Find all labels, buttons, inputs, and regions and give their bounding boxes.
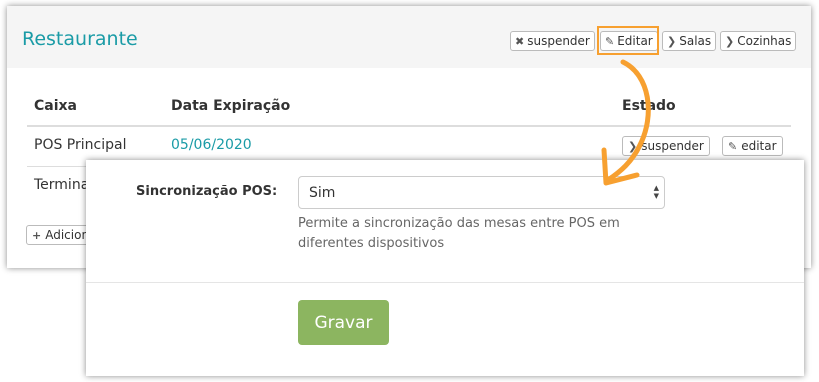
column-header-caixa: Caixa xyxy=(34,98,77,114)
sync-pos-help-text: Permite a sincronização das mesas entre … xyxy=(298,216,620,251)
kitchens-button-label: Cozinhas xyxy=(737,34,792,48)
page-title: Restaurante xyxy=(22,28,138,50)
form-divider xyxy=(86,282,804,283)
kitchens-button[interactable]: ❯ Cozinhas xyxy=(720,31,797,51)
sync-pos-select-value: Sim xyxy=(309,184,336,201)
row-1-edit-button[interactable]: ✎ editar xyxy=(722,136,783,156)
row-1-suspend-button[interactable]: ❯ suspender xyxy=(622,136,710,156)
row-1-suspend-label: suspender xyxy=(641,139,704,153)
sync-pos-label: Sincronização POS: xyxy=(136,184,278,199)
sync-pos-select[interactable]: Sim ▲ ▼ xyxy=(298,176,665,209)
chevron-right-icon: ❯ xyxy=(628,139,638,153)
suspend-button[interactable]: ✖ suspender xyxy=(510,31,595,51)
chevron-right-icon: ❯ xyxy=(667,34,677,48)
rooms-button-label: Salas xyxy=(679,34,712,48)
settings-form-panel: Sincronização POS: Sim ▲ ▼ Permite a sinc… xyxy=(86,160,804,376)
edit-icon: ✎ xyxy=(728,139,738,153)
rooms-button[interactable]: ❯ Salas xyxy=(662,31,717,51)
select-arrows-icon: ▲ ▼ xyxy=(653,184,659,200)
close-icon: ✖ xyxy=(515,34,525,48)
row-2-caixa: Termina xyxy=(34,177,90,193)
suspend-button-label: suspender xyxy=(527,34,590,48)
panel-header: Restaurante ✖ suspender ✎ Editar ❯ Salas… xyxy=(7,6,811,68)
row-1-expiration-link[interactable]: 05/06/2020 xyxy=(171,137,252,153)
column-header-status: Estado xyxy=(622,98,676,114)
plus-icon: + xyxy=(32,228,42,242)
row-1-edit-label: editar xyxy=(741,139,777,153)
chevron-right-icon: ❯ xyxy=(725,34,735,48)
row-1-caixa: POS Principal xyxy=(34,137,127,153)
table-header-divider xyxy=(27,125,791,127)
edit-button-highlight xyxy=(597,26,659,55)
column-header-expiration: Data Expiração xyxy=(171,98,291,114)
save-button[interactable]: Gravar xyxy=(298,300,389,345)
